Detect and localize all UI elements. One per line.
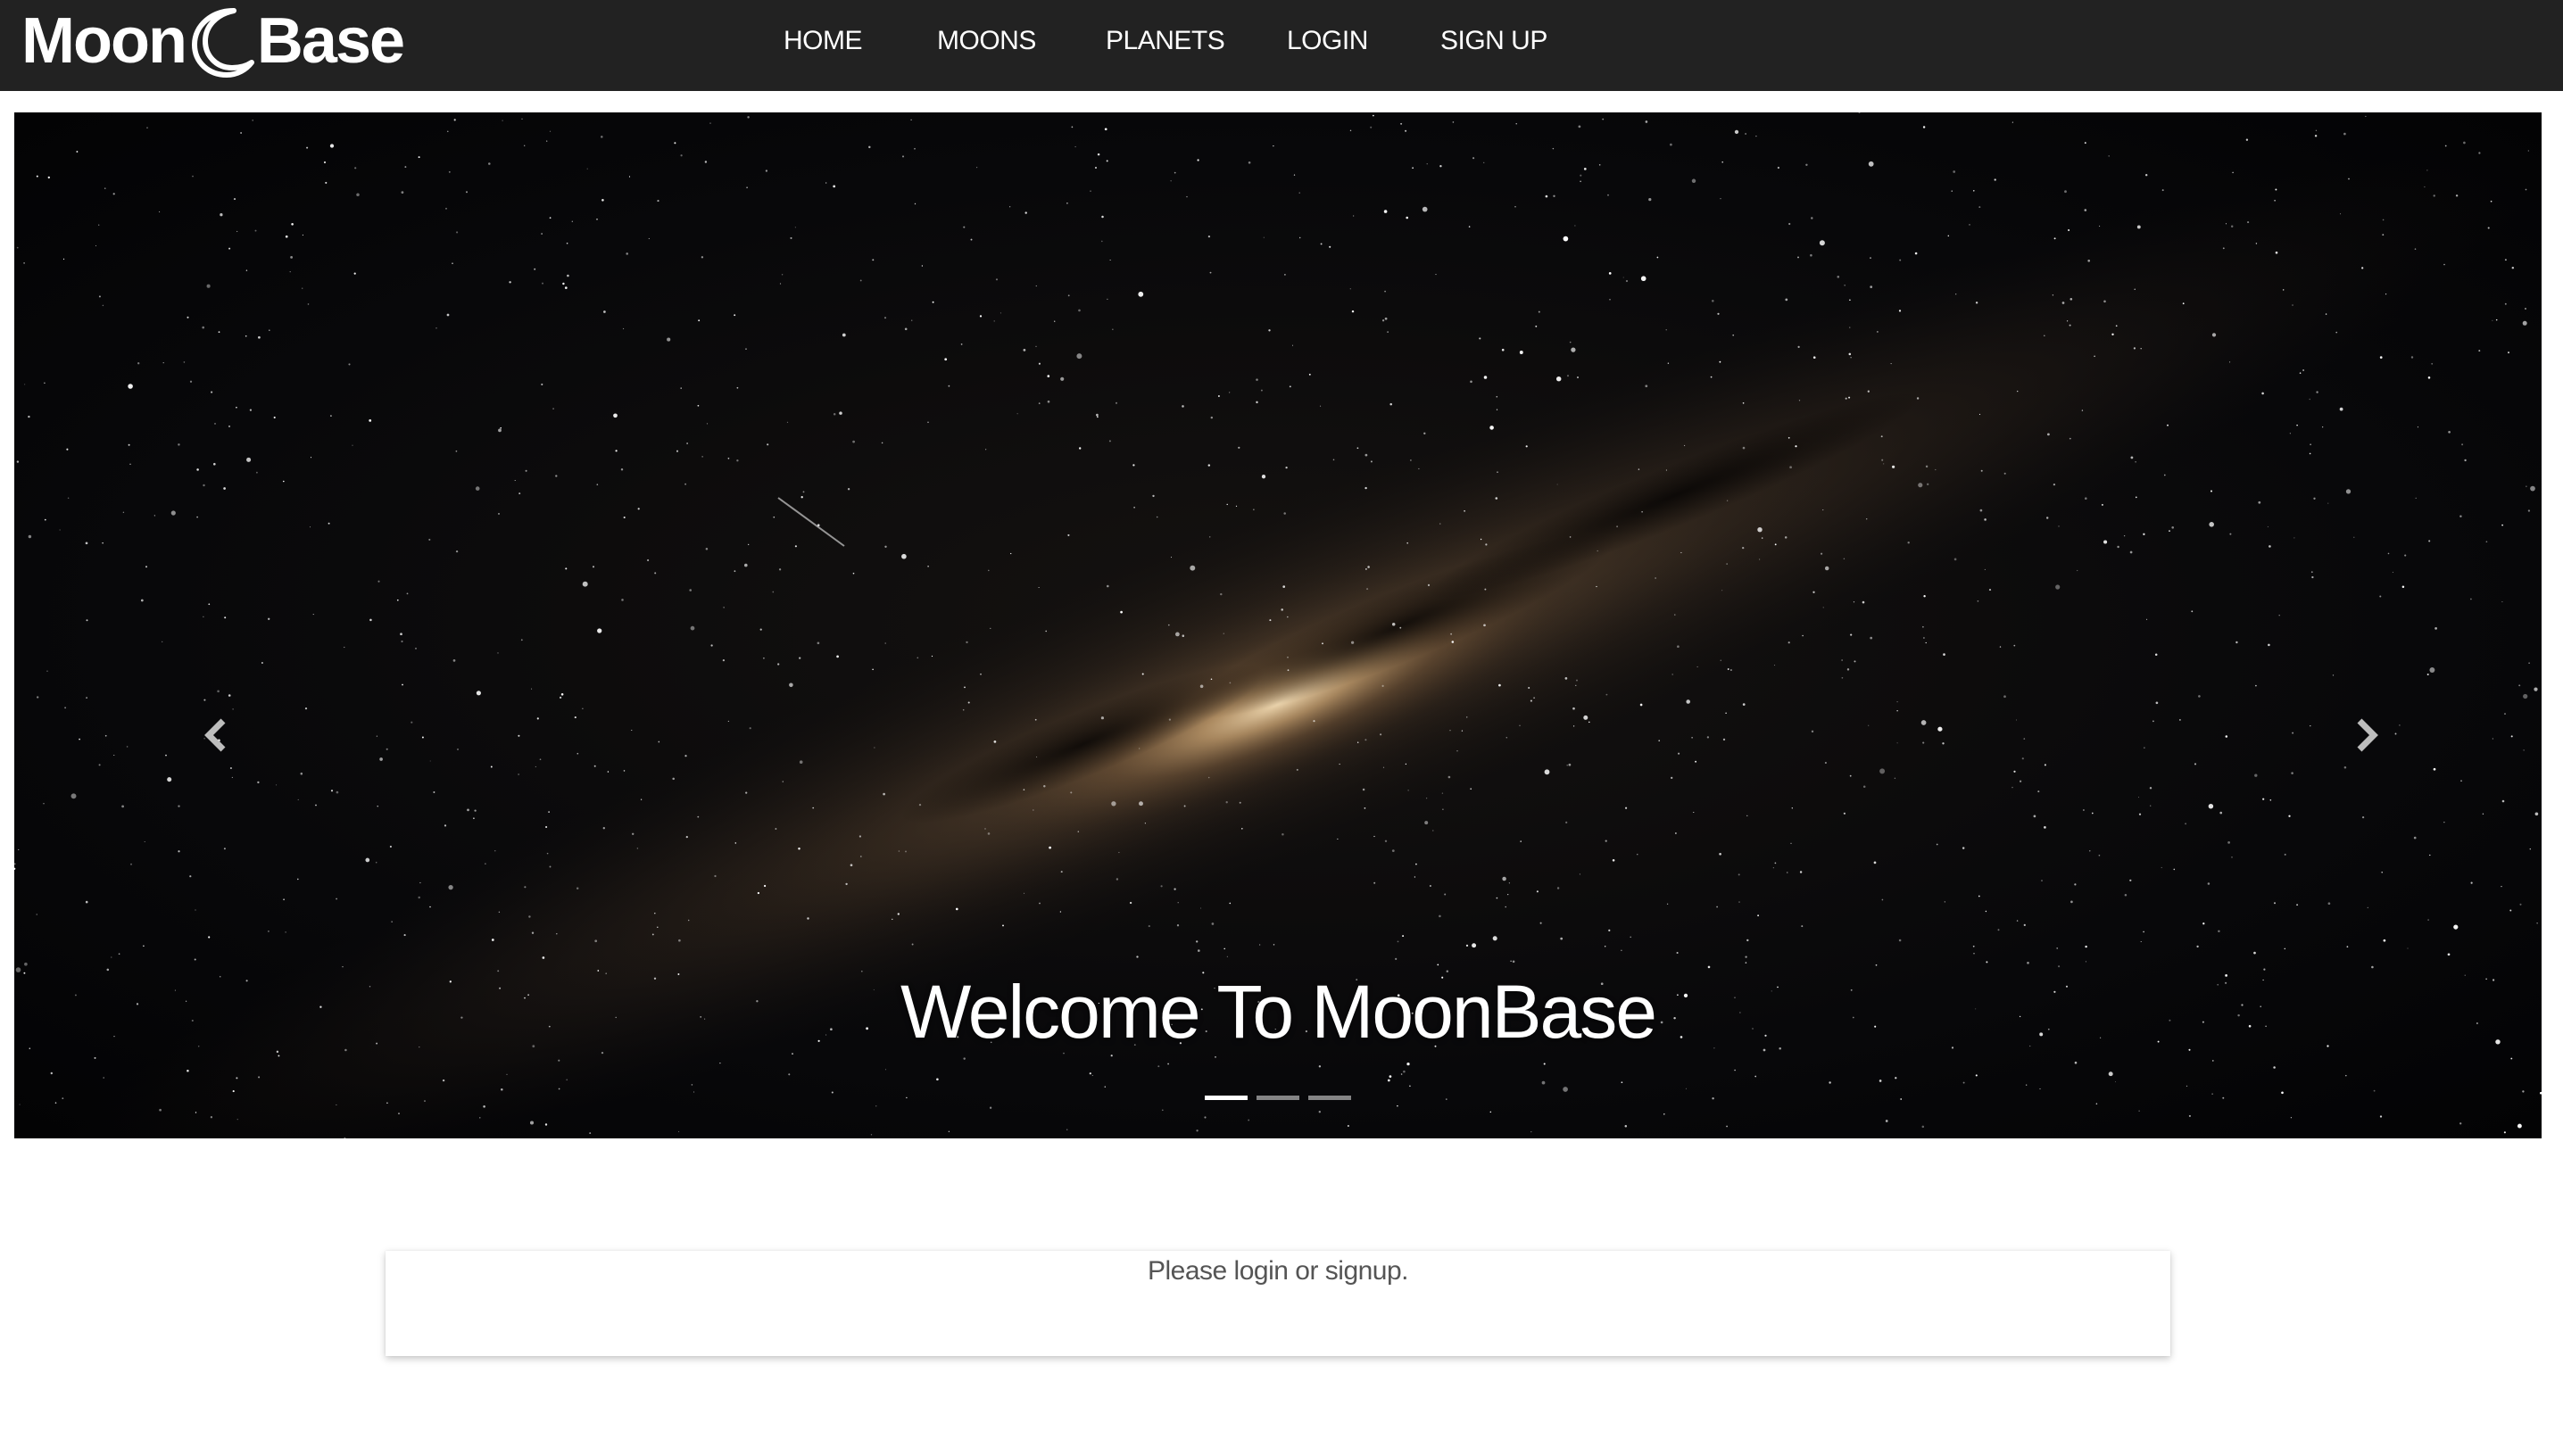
nav-link-moons[interactable]: MOONS — [937, 0, 1036, 82]
login-prompt-text: Please login or signup. — [1147, 1256, 1409, 1286]
nav-link-planets[interactable]: PLANETS — [1106, 0, 1225, 82]
carousel-indicator-1[interactable] — [1205, 1096, 1248, 1100]
nav-link-sign-up[interactable]: SIGN UP — [1440, 0, 1547, 82]
hero-carousel: Welcome To MoonBase — [14, 112, 2542, 1138]
carousel-prev-button[interactable] — [189, 683, 243, 790]
chevron-right-icon — [2354, 717, 2379, 757]
nav-menu: HOME MOONS PLANETS LOGIN SIGN UP — [0, 0, 2563, 82]
carousel-next-button[interactable] — [2340, 683, 2393, 790]
nav-link-home[interactable]: HOME — [784, 0, 863, 82]
carousel-indicators — [14, 1096, 2542, 1100]
nav-link-login[interactable]: LOGIN — [1287, 0, 1368, 82]
top-navbar: Moon Base HOME MOONS PLANETS LOGIN SIGN … — [0, 0, 2563, 91]
login-prompt-card: Please login or signup. — [386, 1251, 2170, 1356]
carousel-caption: Welcome To MoonBase — [900, 970, 1657, 1054]
carousel-indicator-3[interactable] — [1308, 1096, 1351, 1100]
carousel-indicator-2[interactable] — [1257, 1096, 1299, 1100]
chevron-left-icon — [203, 717, 228, 757]
